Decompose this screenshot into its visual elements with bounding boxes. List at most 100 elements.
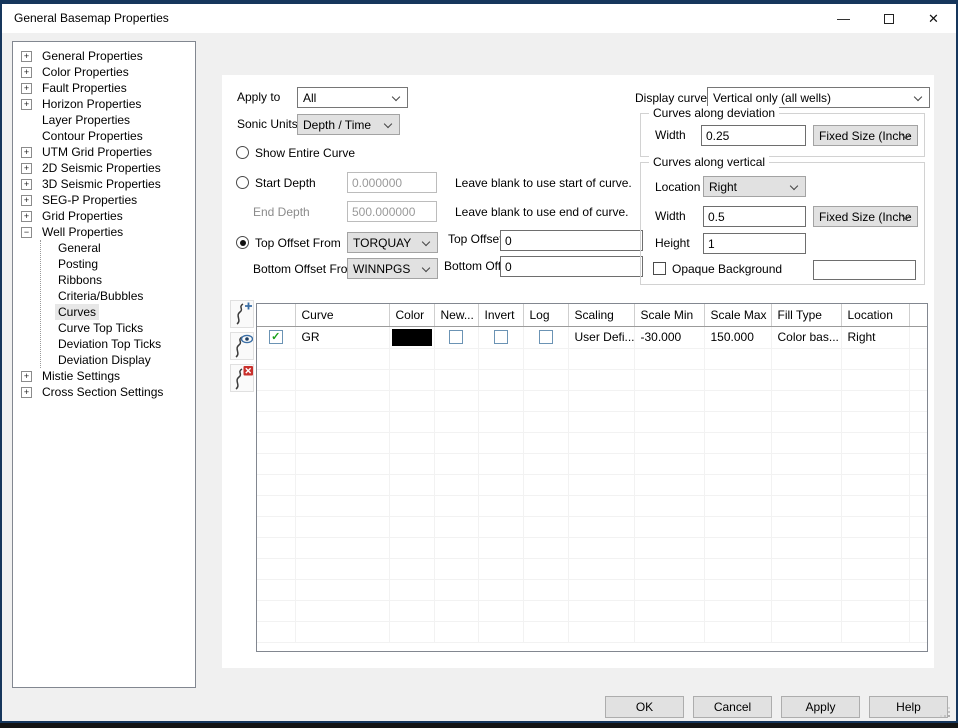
tree-item-segp-properties[interactable]: +SEG-P Properties bbox=[13, 192, 195, 208]
col-extra bbox=[909, 304, 928, 326]
vertical-size-mode-select[interactable]: Fixed Size (Inche bbox=[813, 206, 918, 227]
apply-button[interactable]: Apply bbox=[781, 696, 860, 718]
expand-icon[interactable]: + bbox=[21, 179, 32, 190]
tree-item-grid-properties[interactable]: +Grid Properties bbox=[13, 208, 195, 224]
empty-row bbox=[257, 537, 928, 558]
table-row[interactable]: ✓ GR User Defi... -30.000 150.000 Color … bbox=[257, 326, 928, 348]
tree-item-utm-grid-properties[interactable]: +UTM Grid Properties bbox=[13, 144, 195, 160]
tree-item-general[interactable]: General bbox=[41, 240, 195, 256]
tree-item-posting[interactable]: Posting bbox=[41, 256, 195, 272]
properties-tree: +General Properties +Color Properties +F… bbox=[12, 41, 196, 688]
display-curves-select[interactable]: Vertical only (all wells) bbox=[707, 87, 930, 108]
tree-item-mistie-settings[interactable]: +Mistie Settings bbox=[13, 368, 195, 384]
expand-icon[interactable]: + bbox=[21, 99, 32, 110]
chevron-down-icon bbox=[384, 120, 392, 128]
tree-item-deviation-top-ticks[interactable]: Deviation Top Ticks bbox=[41, 336, 195, 352]
tree-item-criteria-bubbles[interactable]: Criteria/Bubbles bbox=[41, 288, 195, 304]
tree-item-color-properties[interactable]: +Color Properties bbox=[13, 64, 195, 80]
scaling-cell[interactable]: User Defi... bbox=[568, 326, 634, 348]
location-cell[interactable]: Right bbox=[841, 326, 909, 348]
tree-item-curve-top-ticks[interactable]: Curve Top Ticks bbox=[41, 320, 195, 336]
title-bar[interactable]: General Basemap Properties — ✕ bbox=[2, 4, 956, 33]
start-depth-label: Start Depth bbox=[255, 176, 316, 190]
start-depth-input[interactable] bbox=[347, 172, 437, 193]
cancel-button[interactable]: Cancel bbox=[693, 696, 772, 718]
ok-button[interactable]: OK bbox=[605, 696, 684, 718]
sonic-units-label: Sonic Units bbox=[237, 117, 298, 131]
end-depth-input[interactable] bbox=[347, 201, 437, 222]
invert-checkbox[interactable] bbox=[494, 330, 508, 344]
group-title: Curves along deviation bbox=[649, 106, 779, 120]
new-checkbox[interactable] bbox=[449, 330, 463, 344]
fill-type-cell[interactable]: Color bas... bbox=[771, 326, 841, 348]
empty-row bbox=[257, 579, 928, 600]
vertical-height-input[interactable] bbox=[703, 233, 806, 254]
top-offset-from-radio[interactable] bbox=[236, 236, 249, 249]
vertical-width-input[interactable] bbox=[703, 206, 806, 227]
expand-icon[interactable]: + bbox=[21, 163, 32, 174]
tree-item-well-properties[interactable]: −Well Properties bbox=[13, 224, 195, 240]
apply-to-select[interactable]: All bbox=[297, 87, 408, 108]
tree-item-horizon-properties[interactable]: +Horizon Properties bbox=[13, 96, 195, 112]
table-header-row: Curve Color New... Invert Log Scaling Sc… bbox=[257, 304, 928, 326]
tree-item-2d-seismic-properties[interactable]: +2D Seismic Properties bbox=[13, 160, 195, 176]
expand-icon[interactable]: + bbox=[21, 371, 32, 382]
sonic-units-select[interactable]: Depth / Time bbox=[297, 114, 400, 135]
tree-item-general-properties[interactable]: +General Properties bbox=[13, 48, 195, 64]
expand-icon[interactable]: + bbox=[21, 147, 32, 158]
expand-icon[interactable]: + bbox=[21, 83, 32, 94]
expand-icon[interactable]: + bbox=[21, 387, 32, 398]
tree-item-curves[interactable]: Curves bbox=[41, 304, 195, 320]
expand-icon[interactable]: + bbox=[21, 195, 32, 206]
vertical-location-select[interactable]: Right bbox=[703, 176, 806, 197]
show-curve-button[interactable] bbox=[230, 332, 254, 360]
tree-item-fault-properties[interactable]: +Fault Properties bbox=[13, 80, 195, 96]
curve-delete-icon bbox=[231, 365, 253, 391]
deviation-width-input[interactable] bbox=[701, 125, 806, 146]
col-new: New... bbox=[434, 304, 478, 326]
bottom-offset-from-label: Bottom Offset From bbox=[253, 262, 357, 276]
expand-icon[interactable]: + bbox=[21, 211, 32, 222]
curve-name-cell[interactable]: GR bbox=[295, 326, 389, 348]
log-checkbox[interactable] bbox=[539, 330, 553, 344]
curve-enabled-checkbox[interactable]: ✓ bbox=[269, 330, 283, 344]
tree-item-deviation-display[interactable]: Deviation Display bbox=[41, 352, 195, 368]
curve-color-cell[interactable] bbox=[389, 326, 434, 348]
tree-item-ribbons[interactable]: Ribbons bbox=[41, 272, 195, 288]
empty-row bbox=[257, 453, 928, 474]
minimize-button[interactable]: — bbox=[821, 4, 866, 33]
add-curve-button[interactable] bbox=[230, 300, 254, 328]
opaque-background-checkbox[interactable] bbox=[653, 262, 666, 275]
top-offset-input[interactable] bbox=[500, 230, 643, 251]
expand-icon[interactable]: + bbox=[21, 51, 32, 62]
delete-curve-button[interactable] bbox=[230, 364, 254, 392]
collapse-icon[interactable]: − bbox=[21, 227, 32, 238]
close-button[interactable]: ✕ bbox=[911, 4, 956, 33]
empty-row bbox=[257, 558, 928, 579]
deviation-size-mode-select[interactable]: Fixed Size (Inche bbox=[813, 125, 918, 146]
show-entire-curve-radio[interactable] bbox=[236, 146, 249, 159]
color-swatch[interactable] bbox=[392, 329, 432, 346]
expand-icon[interactable]: + bbox=[21, 67, 32, 78]
tree-item-layer-properties[interactable]: Layer Properties bbox=[13, 112, 195, 128]
chevron-down-icon bbox=[914, 93, 922, 101]
tree-item-contour-properties[interactable]: Contour Properties bbox=[13, 128, 195, 144]
scale-min-cell[interactable]: -30.000 bbox=[634, 326, 704, 348]
scale-max-cell[interactable]: 150.000 bbox=[704, 326, 771, 348]
start-depth-radio[interactable] bbox=[236, 176, 249, 189]
curves-settings-panel: Apply to All Sonic Units Depth / Time Sh… bbox=[222, 75, 934, 668]
top-offset-from-label: Top Offset From bbox=[255, 236, 341, 250]
top-offset-from-select[interactable]: TORQUAY bbox=[347, 232, 438, 253]
apply-to-label: Apply to bbox=[237, 90, 280, 104]
help-button[interactable]: Help bbox=[869, 696, 948, 718]
maximize-button[interactable] bbox=[866, 4, 911, 33]
close-icon: ✕ bbox=[928, 11, 939, 27]
opaque-background-color-input[interactable] bbox=[813, 260, 916, 280]
tree-item-cross-section-settings[interactable]: +Cross Section Settings bbox=[13, 384, 195, 400]
bottom-offset-from-select[interactable]: WINNPGS bbox=[347, 258, 438, 279]
tree-item-3d-seismic-properties[interactable]: +3D Seismic Properties bbox=[13, 176, 195, 192]
resize-grip[interactable] bbox=[948, 715, 950, 717]
curves-along-vertical-group: Curves along vertical Location Right Wid… bbox=[640, 162, 925, 285]
curve-add-icon bbox=[231, 301, 253, 327]
bottom-offset-input[interactable] bbox=[500, 256, 643, 277]
